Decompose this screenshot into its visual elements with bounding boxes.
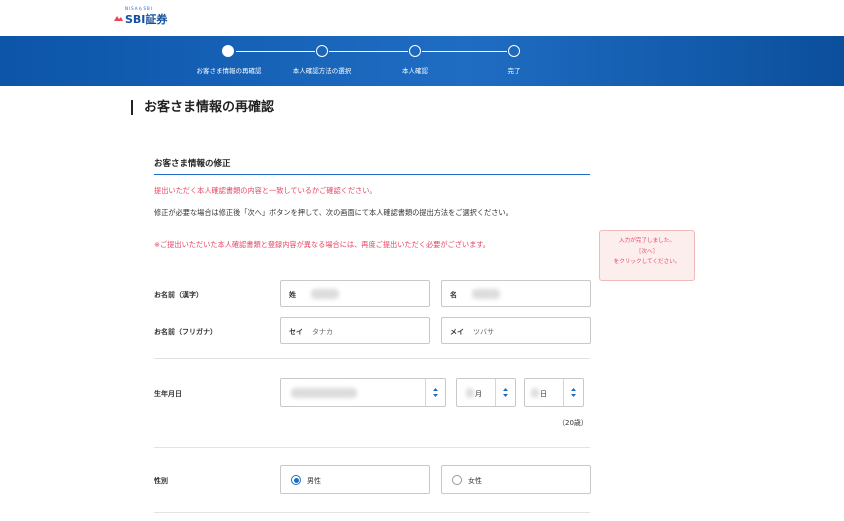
radio-checked-icon[interactable] [291, 475, 301, 485]
masked-value [291, 388, 357, 398]
step-1-label: お客さま情報の再確認 [196, 67, 262, 75]
row-divider [154, 447, 590, 448]
year-select-caret [425, 379, 445, 406]
birthdate-label: 生年月日 [154, 390, 182, 398]
month-select-caret [495, 379, 515, 406]
month-unit: 月 [475, 390, 482, 398]
first-name-kanji-field[interactable]: 名 [441, 280, 591, 307]
updown-chevron-icon [503, 388, 508, 397]
age-display: （20歳） [558, 419, 588, 427]
gender-option-female[interactable]: 女性 [441, 465, 591, 494]
step-3-indicator [409, 45, 421, 57]
step-2-label: 本人確認方法の選択 [292, 67, 352, 75]
warning-message: ※ご提出いただいた本人確認書類と登録内容が異なる場合には、再度ご提出いただく必要… [154, 240, 490, 249]
masked-value [466, 388, 474, 398]
gender-option-male[interactable]: 男性 [280, 465, 430, 494]
radio-unchecked-icon[interactable] [452, 475, 462, 485]
masked-value [531, 388, 539, 398]
last-name-prefix: 姓 [289, 291, 296, 299]
step-connector [236, 51, 315, 52]
step-connector [329, 51, 408, 52]
first-name-kana-field[interactable]: メイ ツバサ [441, 317, 591, 344]
section-divider [154, 174, 590, 175]
first-name-kana-value: ツバサ [473, 328, 494, 336]
logo-text: SBI証券 [125, 13, 168, 26]
completion-tooltip: 入力が完了しました。 ［次へ］ をクリックしてください。 [599, 230, 695, 281]
gender-female-label: 女性 [468, 477, 482, 485]
tooltip-line-3: をクリックしてください。 [613, 259, 681, 265]
section-title: お客さま情報の修正 [154, 159, 231, 169]
updown-chevron-icon [571, 388, 576, 397]
step-connector [422, 51, 507, 52]
gender-male-label: 男性 [307, 477, 321, 485]
birth-year-select[interactable] [280, 378, 446, 407]
birth-month-select[interactable]: 月 [456, 378, 516, 407]
row-divider [154, 512, 590, 513]
updown-chevron-icon [433, 388, 438, 397]
name-kanji-label: お名前（漢字） [154, 291, 203, 299]
name-kana-label: お名前（フリガナ） [154, 328, 217, 336]
step-2-indicator [316, 45, 328, 57]
row-divider [154, 358, 590, 359]
last-name-kana-prefix: セイ [289, 328, 303, 336]
gender-label: 性別 [154, 477, 168, 485]
first-name-kana-prefix: メイ [450, 328, 464, 336]
step-3-label: 本人確認 [402, 67, 428, 75]
masked-value [472, 289, 500, 299]
sbi-logo[interactable]: NISAもSBI SBI証券 [114, 6, 184, 26]
last-name-kana-value: タナカ [312, 328, 333, 336]
edit-instruction: 修正が必要な場合は修正後「次へ」ボタンを押して、次の画面にて本人確認書類の提出方… [154, 208, 513, 217]
birth-day-select[interactable]: 日 [524, 378, 584, 407]
last-name-kanji-field[interactable]: 姓 [280, 280, 430, 307]
tooltip-line-1: 入力が完了しました。 [619, 238, 675, 244]
first-name-prefix: 名 [450, 291, 457, 299]
step-4-label: 完了 [507, 67, 521, 75]
last-name-kana-field[interactable]: セイ タナカ [280, 317, 430, 344]
page-title: お客さま情報の再確認 [131, 100, 274, 115]
logo-mark-icon [114, 16, 123, 21]
step-4-indicator [508, 45, 520, 57]
day-unit: 日 [540, 390, 547, 398]
check-message: 提出いただく本人確認書類の内容と一致しているかご確認ください。 [154, 186, 377, 195]
step-progress-bar: お客さま情報の再確認 本人確認方法の選択 本人確認 完了 [0, 36, 844, 86]
masked-value [311, 289, 339, 299]
step-1-indicator [222, 45, 234, 57]
tooltip-line-2: ［次へ］ [635, 248, 659, 255]
day-select-caret [563, 379, 583, 406]
